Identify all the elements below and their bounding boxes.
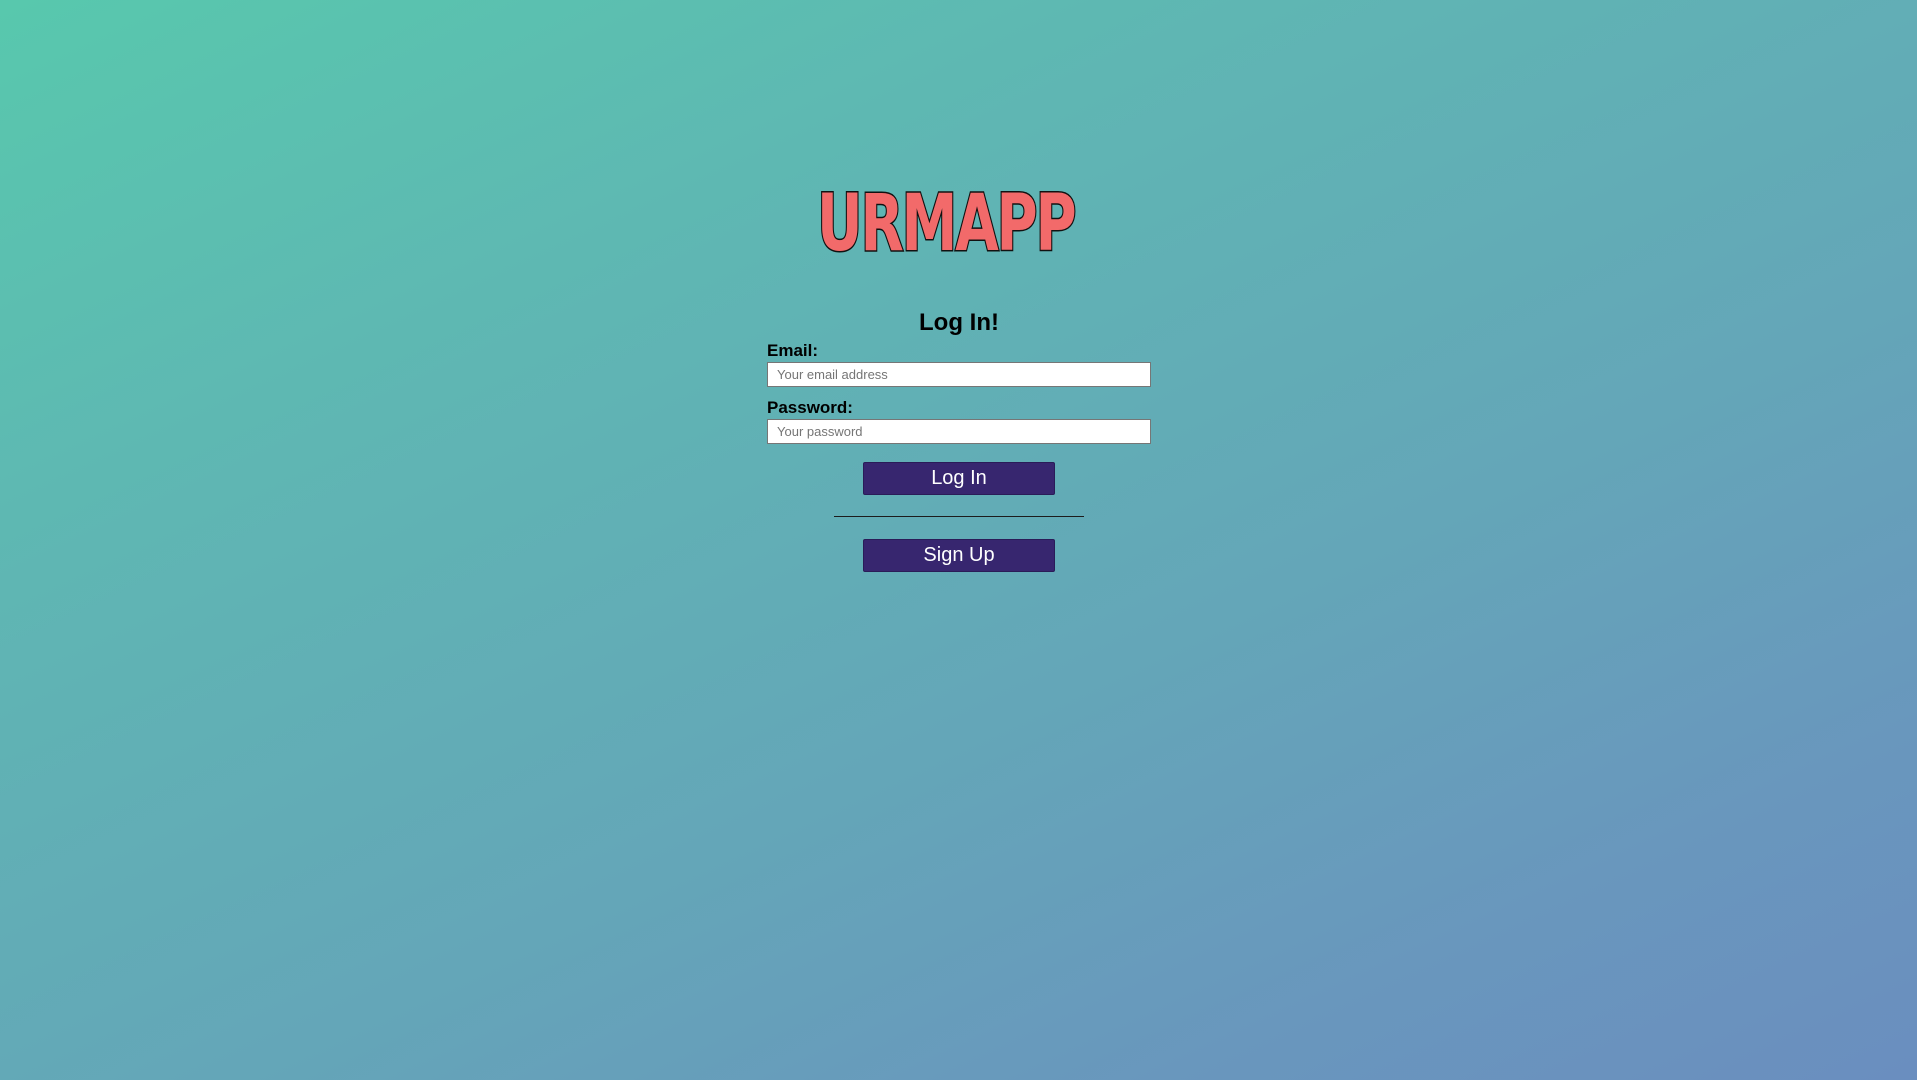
password-label: Password: <box>767 398 853 417</box>
divider <box>834 516 1084 517</box>
app-logo: URMAPP <box>815 182 1105 266</box>
password-field[interactable] <box>767 419 1151 444</box>
login-form: Log In! Email: Password: Log In Sign Up <box>767 308 1151 572</box>
email-label: Email: <box>767 341 819 360</box>
login-button[interactable]: Log In <box>863 462 1055 495</box>
page-title: Log In! <box>919 309 999 336</box>
email-field[interactable] <box>767 362 1151 387</box>
signup-button[interactable]: Sign Up <box>863 539 1055 572</box>
app-wordmark: URMAPP <box>816 179 1078 269</box>
